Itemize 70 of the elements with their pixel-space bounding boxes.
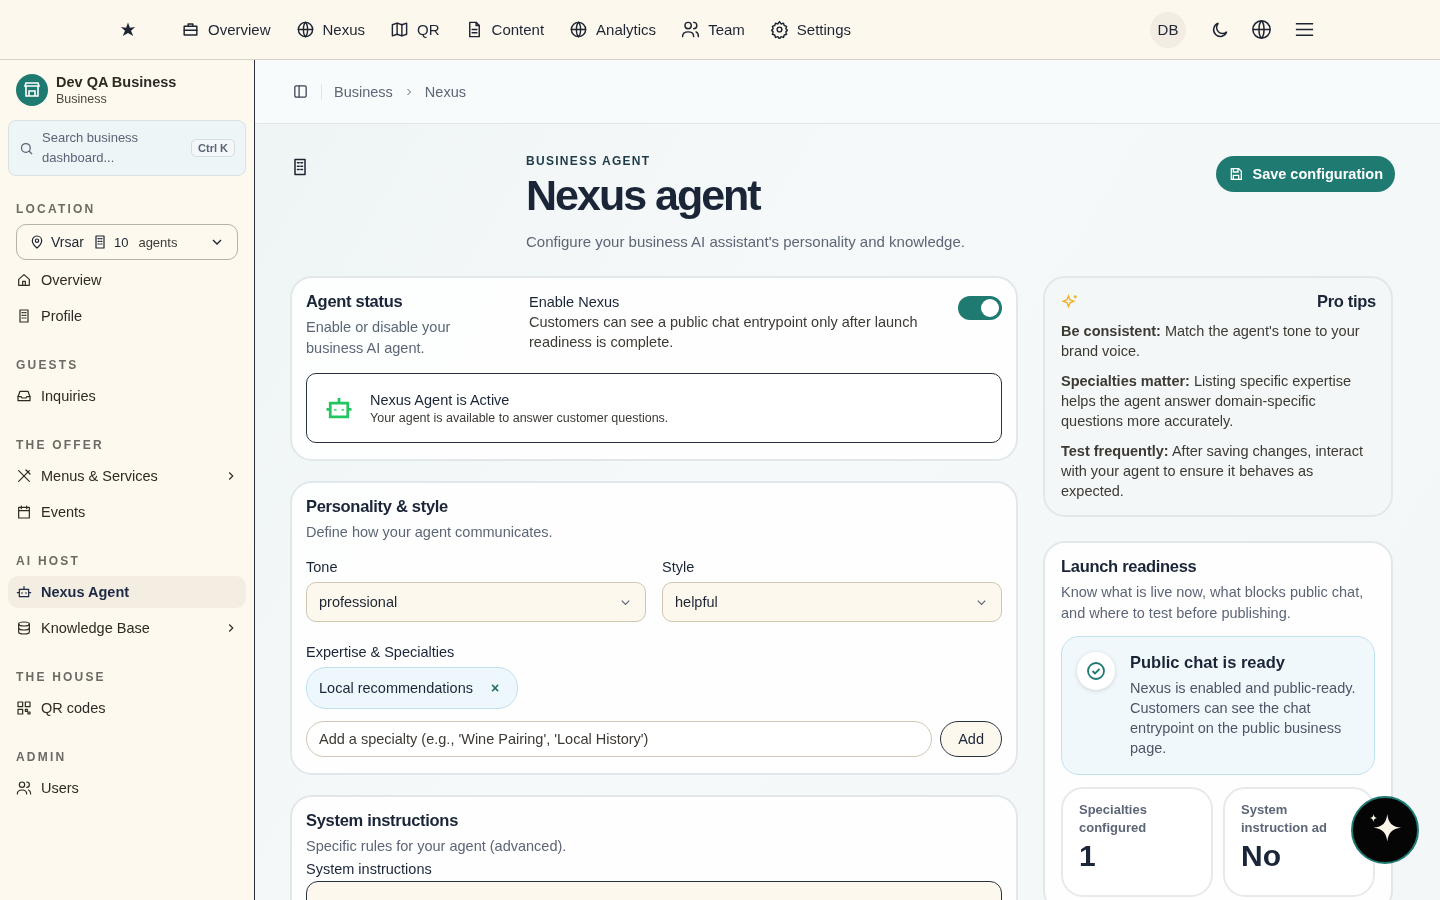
save-button[interactable]: Save configuration — [1216, 156, 1395, 192]
card-title: Pro tips — [1316, 292, 1376, 312]
nav-link[interactable]: Content — [464, 16, 545, 43]
field-label: System instructions — [306, 861, 433, 878]
sidebar-item[interactable]: Knowledge Base — [8, 612, 246, 644]
toggle-label: Enable Nexus — [529, 294, 621, 311]
tag-label: Local recommendations — [319, 680, 473, 697]
tip-text: Test frequently: After saving changes, interact with your agent to ensure it behaves as expected. — [1061, 442, 1364, 502]
section-heading: LOCATION — [15, 202, 97, 216]
page-title: Nexus agent — [526, 172, 762, 220]
eyebrow-label: BUSINESS AGENT — [526, 154, 652, 168]
search-placeholder: Search business dashboard... — [42, 129, 140, 167]
stat-label: Specialties configured — [1079, 801, 1148, 838]
style-select[interactable]: helpful — [662, 582, 1002, 623]
card-title: System instructions — [306, 811, 459, 831]
card-description: Enable or disable your business AI agent. — [306, 318, 452, 359]
location-selector[interactable]: Vrsar 10 agents — [16, 224, 238, 260]
section-heading: AI HOST — [15, 554, 82, 568]
section-heading: THE OFFER — [15, 438, 105, 452]
add-button[interactable]: Add — [940, 721, 1002, 758]
nav-link[interactable]: Nexus — [295, 16, 366, 43]
stat-label: System instruction ad — [1241, 801, 1328, 838]
status-text: Your agent is available to answer customer questions. — [370, 410, 669, 425]
breadcrumb-link[interactable]: Nexus — [424, 83, 466, 100]
specialty-input[interactable]: Add a specialty (e.g., 'Wine Pairing', 'Local History') — [306, 721, 933, 758]
nav-link[interactable]: Team — [681, 16, 745, 43]
ready-title: Public chat is ready — [1130, 653, 1286, 673]
agent-unit: agents — [138, 234, 178, 250]
sidebar-item[interactable]: Overview — [8, 264, 246, 296]
location-name: Vrsar — [51, 234, 84, 250]
nav-link[interactable]: Analytics — [569, 16, 657, 43]
card-title: Personality & style — [306, 497, 449, 517]
tone-select[interactable]: professional — [306, 582, 646, 623]
card-description: Specific rules for your agent (advanced). — [306, 837, 568, 857]
status-title: Nexus Agent is Active — [370, 391, 511, 408]
nav-link[interactable]: Settings — [769, 16, 851, 43]
card-description: Know what is live now, what blocks public chat, and where to test before publishing. — [1061, 583, 1365, 624]
agent-count: 10 — [113, 234, 129, 250]
section-heading: ADMIN — [15, 750, 68, 764]
section-heading: GUESTS — [15, 358, 80, 372]
sidebar-item[interactable]: Menus & Services — [8, 460, 246, 492]
tip-text: Specialties matter: Listing specific expertise helps the agent answer domain-specific questions more accurately. — [1061, 372, 1353, 432]
stat-value: 1 — [1079, 839, 1097, 874]
toggle-description: Customers can see a public chat entrypoint only after launch readiness is complete. — [529, 313, 919, 353]
sidebar-item[interactable]: Inquiries — [8, 380, 246, 412]
business-name: Dev QA Business — [56, 74, 177, 90]
business-type: Business — [56, 92, 108, 106]
card-title: Launch readiness — [1061, 557, 1198, 577]
user-avatar[interactable]: DB — [1150, 11, 1186, 48]
field-label: Tone — [306, 559, 339, 576]
sidebar-item[interactable]: Users — [8, 772, 246, 804]
shortcut-badge: Ctrl K — [191, 139, 235, 157]
card-description: Define how your agent communicates. — [306, 523, 554, 543]
nav-link[interactable]: Overview — [181, 16, 271, 43]
card-title: Agent status — [306, 292, 404, 312]
field-label: Style — [662, 559, 696, 576]
breadcrumb-link[interactable]: Business — [334, 83, 393, 100]
sidebar-item[interactable]: QR codes — [8, 692, 246, 724]
section-heading: THE HOUSE — [15, 670, 107, 684]
tip-text: Be consistent: Match the agent's tone to your brand voice. — [1061, 322, 1361, 362]
ready-text: Nexus is enabled and public-ready. Customers can see the chat entrypoint on the public business page. — [1130, 679, 1357, 759]
page-subtitle: Configure your business AI assistant's personality and knowledge. — [526, 233, 965, 251]
search-field[interactable]: Search business dashboard... Ctrl K — [8, 120, 246, 176]
remove-button[interactable]: × — [486, 680, 504, 697]
sidebar-item[interactable]: Events — [8, 496, 246, 528]
sidebar-item[interactable]: Profile — [8, 300, 246, 332]
field-label: Expertise & Specialties — [306, 644, 456, 661]
nav-link[interactable]: QR — [390, 16, 440, 43]
stat-value: No — [1241, 839, 1282, 874]
sidebar-item[interactable]: Nexus Agent — [8, 576, 246, 608]
